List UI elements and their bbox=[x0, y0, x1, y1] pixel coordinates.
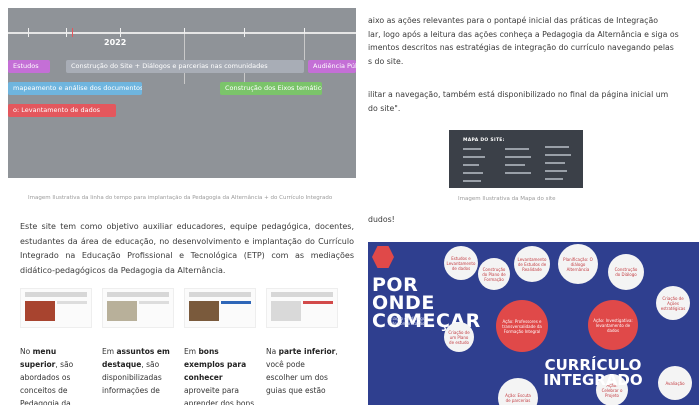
poster-curriculo-title: CURRÍCULO INTEGRADO bbox=[543, 356, 643, 389]
site-map-entry bbox=[463, 156, 485, 158]
column-text: Em bbox=[184, 347, 199, 356]
thumbnail-menu[interactable] bbox=[20, 288, 92, 328]
timeline-connector bbox=[184, 72, 185, 84]
thumbnail-exemplos[interactable] bbox=[184, 288, 256, 328]
poster-bubble: Levantamento de Estudos de Realidade bbox=[514, 246, 550, 282]
thumbnail-text bbox=[221, 301, 251, 304]
site-map-entry bbox=[545, 162, 565, 164]
poster-bubble: Criação de um Plano de estudo bbox=[444, 322, 474, 352]
timeline-image: 2022 Estudos Construção do Site + Diálog… bbox=[8, 8, 356, 178]
intro-paragraph: Este site tem como objetivo auxiliar edu… bbox=[20, 222, 354, 275]
timeline-year: 2022 bbox=[104, 38, 127, 47]
left-panel: 2022 Estudos Construção do Site + Diálog… bbox=[0, 0, 362, 405]
timeline-bar: Construção do Site + Diálogos e parceria… bbox=[66, 60, 304, 73]
site-map-entry bbox=[463, 148, 481, 150]
site-map-entry bbox=[505, 148, 529, 150]
right-text-partial: dudos! bbox=[368, 215, 395, 224]
site-map-entry bbox=[505, 172, 531, 174]
curriculo-poster: POR ONDE COMEÇAR Criação de diálogo e de… bbox=[368, 242, 699, 405]
thumbnail-header bbox=[271, 292, 333, 297]
site-map-entry bbox=[545, 154, 571, 156]
thumbnail-image bbox=[107, 301, 137, 321]
column-parte-inferior: Na parte inferior, você pode escolher um… bbox=[266, 345, 338, 397]
site-map-entry bbox=[505, 156, 531, 158]
thumbnail-inferior[interactable] bbox=[266, 288, 338, 328]
site-map-entry bbox=[463, 164, 479, 166]
timeline-tick bbox=[244, 28, 245, 37]
right-panel: aixo as ações relevantes para o pontapé … bbox=[362, 0, 699, 405]
site-map-entry bbox=[545, 146, 569, 148]
site-map-entry bbox=[505, 164, 525, 166]
timeline-bar: Audiência Pública bbox=[308, 60, 356, 73]
right-text-line: imentos descritos nas estratégias de int… bbox=[368, 43, 674, 52]
thumbnail-image bbox=[271, 301, 301, 321]
thumbnail-text bbox=[57, 301, 87, 304]
timeline-connector bbox=[184, 34, 185, 60]
poster-bubble: Criação de Ações estratégicas bbox=[656, 286, 690, 320]
column-exemplos: Em bons exemplos para conhecer aproveite… bbox=[184, 345, 256, 405]
site-map-entry bbox=[545, 178, 563, 180]
column-text: aproveite para aprender dos bons bbox=[184, 386, 255, 405]
poster-bubble: Planificação: O diálogo Alternância bbox=[558, 244, 598, 284]
right-text-line: lar, logo após a leitura das ações conhe… bbox=[368, 29, 679, 39]
thumbnail-image bbox=[189, 301, 219, 321]
hexagon-decoration bbox=[372, 246, 394, 268]
timeline-connector bbox=[304, 34, 305, 60]
poster-bubble: Estudos e Levantamento de dados bbox=[444, 246, 478, 280]
timeline-caption: Imagem Ilustrativa da linha do tempo par… bbox=[28, 195, 333, 201]
column-text: Na bbox=[266, 347, 279, 356]
thumbnail-destaque[interactable] bbox=[102, 288, 174, 328]
timeline-bar: Estudos bbox=[8, 60, 50, 73]
timeline-tick bbox=[120, 28, 121, 37]
timeline-bar: Construção dos Eixos temáticos bbox=[220, 82, 322, 95]
thumbnail-header bbox=[189, 292, 251, 297]
site-map-entry bbox=[463, 172, 483, 174]
column-menu-superior: No menu superior, são abordados os conce… bbox=[20, 345, 92, 405]
right-text-line: do site". bbox=[368, 103, 401, 113]
timeline-bar: mapeamento e análise dos documentos bbox=[8, 82, 142, 95]
column-text: Em bbox=[102, 347, 117, 356]
site-map-entry bbox=[463, 180, 481, 182]
poster-bubble: Ação: Professores e transversalidade da … bbox=[496, 300, 548, 352]
right-text-line: ilitar a navegação, também está disponib… bbox=[368, 90, 669, 99]
thumbnail-header bbox=[107, 292, 169, 297]
thumbnail-text bbox=[139, 301, 169, 304]
timeline-today-marker bbox=[72, 28, 73, 37]
site-map-title: MAPA DO SITE: bbox=[463, 138, 505, 143]
poster-bubble: Avaliação bbox=[658, 366, 692, 400]
poster-note: Criação de diálogo e de comunicação bbox=[388, 316, 426, 326]
site-map-caption: Imagem Ilustrativa da Mapa do site bbox=[458, 196, 556, 202]
timeline-tick bbox=[66, 28, 67, 37]
site-map-entry bbox=[545, 170, 567, 172]
column-text: No bbox=[20, 347, 33, 356]
thumbnail-header bbox=[25, 292, 87, 297]
column-link[interactable]: parte inferior bbox=[279, 347, 336, 356]
poster-bubble: Construção do Plano de Formação bbox=[478, 258, 510, 290]
right-text-line: aixo as ações relevantes para o pontapé … bbox=[368, 16, 659, 25]
poster-bubble: Ação: Escuta de parcerias bbox=[498, 378, 538, 405]
guide-thumbnails bbox=[20, 288, 354, 328]
right-text-line: s do site. bbox=[368, 56, 404, 66]
timeline-bar: o: Levantamento de dados bbox=[8, 104, 116, 117]
timeline-tick bbox=[28, 28, 29, 37]
column-assuntos: Em assuntos em destaque, são disponibili… bbox=[102, 345, 174, 397]
poster-bubble: Ação: Investigativa: levantamento de dad… bbox=[588, 300, 638, 350]
site-map-image[interactable]: MAPA DO SITE: bbox=[449, 130, 583, 188]
poster-bubble: Construção do Diálogo bbox=[608, 254, 644, 290]
thumbnail-image bbox=[25, 301, 55, 321]
thumbnail-text bbox=[303, 301, 333, 304]
